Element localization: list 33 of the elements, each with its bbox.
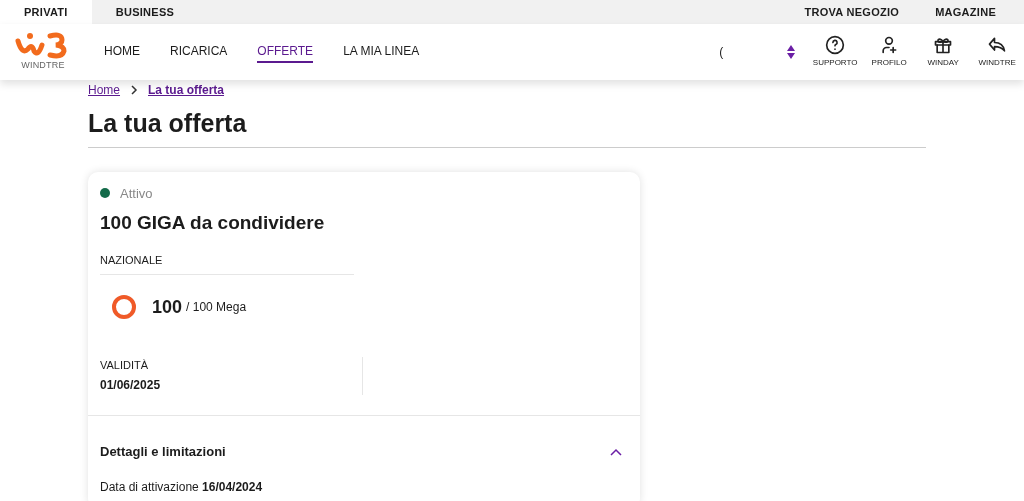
breadcrumb-current[interactable]: La tua offerta [148, 81, 225, 99]
page-title: La tua offerta [88, 108, 248, 139]
chevron-icon [130, 85, 138, 95]
breadcrumb-link[interactable]: Home [88, 81, 120, 99]
top-link[interactable]: MAGAZINE [935, 3, 996, 21]
details-title[interactable]: Dettagli e limitazioni [100, 442, 226, 462]
activation-text: Data di attivazione 16/04/2024 [100, 478, 264, 496]
status-label: Attivo [120, 184, 153, 203]
nav-link[interactable]: OFFERTE [257, 41, 314, 63]
top-link[interactable]: TROVA NEGOZIO [804, 3, 900, 21]
search-fragment: ( [719, 44, 724, 61]
header-action[interactable]: WINDTRE [971, 35, 1024, 69]
logo-text: WINDTRE [21, 59, 65, 73]
usage-total: / 100 Mega [186, 299, 247, 316]
usage-ring [110, 293, 138, 321]
validity-label: VALIDITÀ [100, 358, 150, 373]
offer-title: 100 GIGA da condividere [100, 211, 326, 235]
segment-tab[interactable]: BUSINESS [91, 0, 199, 24]
nav-link[interactable]: HOME [104, 41, 140, 63]
sort-icon[interactable] [787, 45, 796, 59]
validity-date: 01/06/2025 [100, 376, 162, 394]
gift-icon [933, 35, 954, 55]
chevron-icon[interactable] [610, 447, 622, 456]
arrow-icon [987, 35, 1008, 55]
usage-value: 100 [152, 295, 183, 319]
section-label: NAZIONALE [100, 251, 354, 275]
segment-tab[interactable]: PRIVATI [0, 0, 92, 24]
nav-link[interactable]: RICARICA [170, 41, 228, 63]
nav-link[interactable]: LA MIA LINEA [343, 41, 420, 63]
header-action[interactable]: PROFILO [863, 35, 916, 69]
header-action[interactable]: WINDAY [917, 35, 970, 69]
header-action[interactable]: SUPPORTO [809, 35, 862, 69]
help-icon [825, 35, 846, 55]
